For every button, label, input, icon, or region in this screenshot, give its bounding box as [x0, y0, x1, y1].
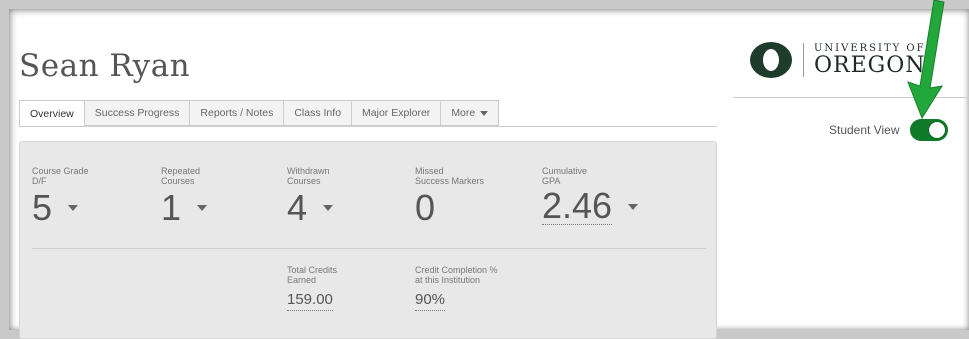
tab-overview-label: Overview	[30, 107, 74, 120]
metric-label: Missed	[415, 166, 444, 176]
tab-class-info-label: Class Info	[294, 107, 342, 119]
repeated-courses-dropdown[interactable]: 1	[161, 187, 208, 228]
metric-sublabel: Courses	[287, 176, 321, 186]
total-credits-value[interactable]: 159.00	[287, 291, 333, 311]
missed-markers-value: 0	[415, 188, 484, 228]
metric-course-grade: Course Grade D/F 5	[32, 166, 89, 228]
chevron-down-icon	[68, 205, 79, 211]
metric-label: Course Grade	[32, 166, 89, 176]
toggle-knob	[927, 121, 946, 139]
chevron-down-icon	[197, 205, 208, 211]
metric-label: Repeated	[161, 166, 201, 176]
metric-missed-markers: Missed Success Markers 0	[415, 166, 484, 228]
logo-separator	[803, 43, 804, 77]
metric-label: Credit Completion %	[415, 265, 498, 275]
metric-value: 2.46	[542, 185, 613, 226]
chevron-down-icon	[323, 205, 334, 211]
student-view-control: Student View	[829, 119, 948, 141]
tab-more[interactable]: More	[440, 100, 500, 126]
metric-cumulative-gpa: Cumulative GPA 2.46	[542, 166, 639, 226]
chevron-down-icon	[480, 110, 489, 116]
metric-sublabel: Success Markers	[415, 176, 485, 186]
profile-tabs: Overview Success Progress Reports / Note…	[19, 100, 500, 127]
university-logo: UNIVERSITY OF OREGON	[749, 40, 926, 80]
tab-major-explorer-label: Major Explorer	[362, 107, 431, 119]
metric-value: 5	[32, 187, 53, 228]
metric-sublabel: Courses	[161, 176, 195, 186]
oregon-o-icon	[750, 42, 792, 78]
tab-reports-notes[interactable]: Reports / Notes	[189, 100, 284, 126]
student-view-label: Student View	[829, 123, 900, 137]
tab-reports-notes-label: Reports / Notes	[200, 107, 274, 119]
chevron-down-icon	[628, 203, 639, 210]
logo-rule	[733, 97, 969, 98]
tab-more-label: More	[451, 107, 476, 119]
withdrawn-courses-dropdown[interactable]: 4	[287, 187, 334, 228]
metric-label: Total Credits	[287, 265, 338, 275]
metric-value: 4	[287, 187, 308, 228]
metric-value: 0	[415, 187, 436, 228]
logo-text-top: UNIVERSITY OF	[814, 42, 926, 54]
tab-success-progress[interactable]: Success Progress	[83, 100, 190, 126]
tabs-underline	[19, 126, 717, 127]
metric-label: Cumulative	[542, 166, 588, 176]
student-name: Sean Ryan	[19, 48, 191, 84]
overview-panel: Course Grade D/F 5 Repeated Courses 1 Wi…	[19, 141, 717, 339]
metric-repeated-courses: Repeated Courses 1	[161, 166, 208, 228]
metric-label: Withdrawn	[287, 166, 330, 176]
gpa-dropdown[interactable]: 2.46	[542, 185, 639, 226]
tab-class-info[interactable]: Class Info	[283, 100, 352, 126]
course-grade-dropdown[interactable]: 5	[32, 188, 89, 228]
tab-overview[interactable]: Overview	[19, 100, 84, 127]
panel-divider	[32, 248, 706, 249]
metric-total-credits: Total Credits Earned 159.00	[287, 265, 337, 311]
metric-credit-completion: Credit Completion % at this Institution …	[415, 265, 498, 311]
metric-sublabel: D/F	[32, 176, 47, 186]
logo-text-bottom: OREGON	[814, 52, 926, 78]
student-view-toggle[interactable]	[909, 119, 948, 141]
metric-sublabel: Earned	[287, 275, 317, 285]
tab-major-explorer[interactable]: Major Explorer	[351, 100, 441, 126]
metric-withdrawn-courses: Withdrawn Courses 4	[287, 166, 334, 228]
logo-wordmark: UNIVERSITY OF OREGON	[814, 43, 926, 78]
tab-success-progress-label: Success Progress	[94, 107, 180, 119]
metric-sublabel: at this Institution	[415, 275, 481, 285]
metric-value: 1	[161, 187, 182, 228]
credit-completion-value[interactable]: 90%	[415, 291, 446, 311]
